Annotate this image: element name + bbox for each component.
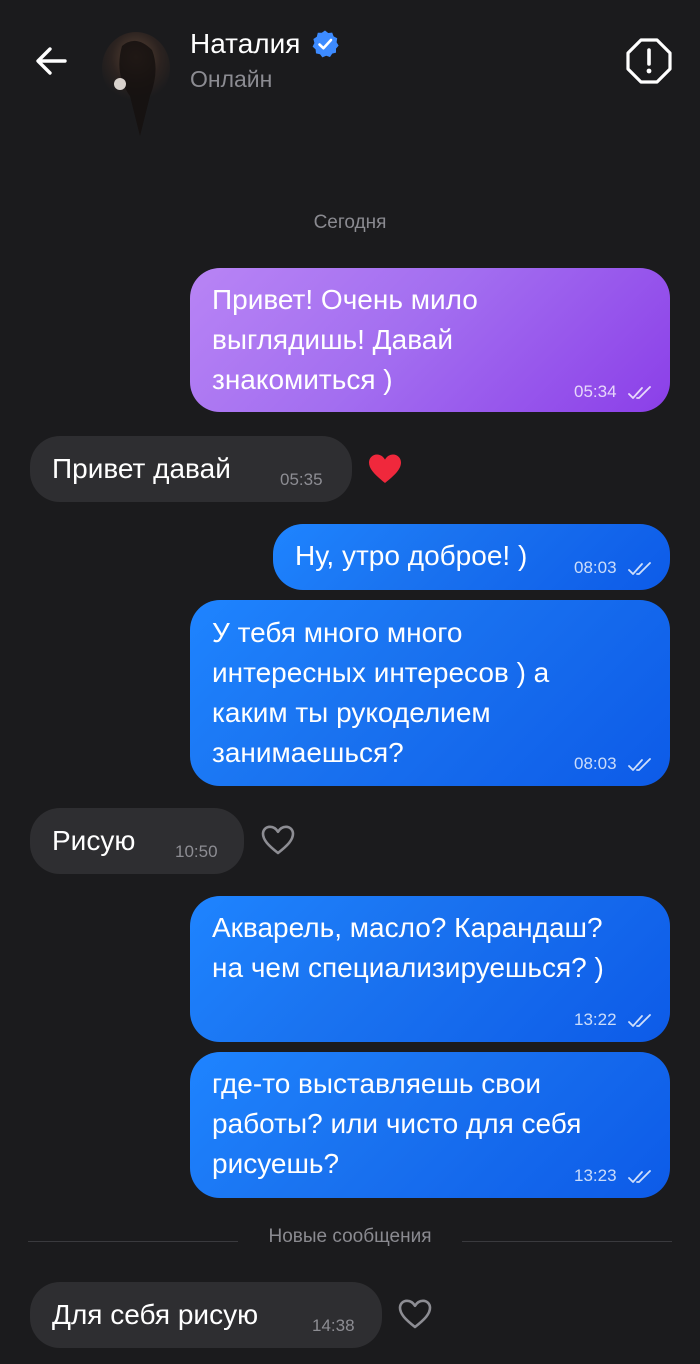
message-line: рисуешь? xyxy=(212,1148,340,1179)
avatar[interactable] xyxy=(100,26,174,138)
message-line: выглядишь! Давай xyxy=(212,324,453,355)
message-time: 13:23 xyxy=(574,1166,617,1185)
message-time: 13:22 xyxy=(574,1010,617,1029)
read-checkmarks-icon xyxy=(628,1170,651,1183)
message-time: 08:03 xyxy=(574,754,617,773)
chat-screen: Наталия Онлайн Сегодня Привет! Очень мил… xyxy=(0,0,700,1364)
alert-octagon-icon xyxy=(626,38,672,84)
message-line: занимаешься? xyxy=(212,737,404,768)
message-outgoing[interactable]: Ну, утро доброе! ) 08:03 xyxy=(273,524,670,590)
message-line: интересных интересов ) а xyxy=(212,657,550,688)
verified-badge-icon xyxy=(313,30,340,58)
message-line: на чем специализируешься? ) xyxy=(212,952,604,983)
contact-name: Наталия xyxy=(190,28,301,59)
heart-filled-icon[interactable] xyxy=(367,453,403,485)
message-line: Ну, утро доброе! ) xyxy=(295,540,528,571)
message-line: работы? или чисто для себя xyxy=(212,1108,582,1139)
arrow-left-icon xyxy=(36,47,67,75)
message-line: знакомиться ) xyxy=(212,364,393,395)
chat-header: Наталия Онлайн xyxy=(0,0,700,150)
message-line: Для себя рисую xyxy=(52,1299,259,1330)
date-separator: Сегодня xyxy=(313,212,387,233)
heart-outline-icon[interactable] xyxy=(260,824,296,856)
message-line: Рисую xyxy=(52,825,136,856)
message-line: Привет! Очень мило xyxy=(212,284,478,315)
read-checkmarks-icon xyxy=(628,562,651,575)
message-time: 05:35 xyxy=(280,470,323,489)
heart-outline-icon[interactable] xyxy=(397,1298,433,1330)
new-messages-divider: Новые сообщения xyxy=(28,1226,672,1252)
message-incoming[interactable]: Для себя рисую 14:38 xyxy=(30,1282,382,1348)
message-line: где-то выставляешь свои xyxy=(212,1068,542,1099)
message-line: У тебя много много xyxy=(212,617,463,648)
message-line: Привет давай xyxy=(52,453,231,484)
message-outgoing[interactable]: У тебя много много интересных интересов … xyxy=(190,600,670,786)
contact-status: Онлайн xyxy=(190,66,273,92)
message-outgoing[interactable]: где-то выставляешь свои работы? или чист… xyxy=(190,1052,670,1198)
contact-name-row[interactable]: Наталия xyxy=(190,28,340,60)
read-checkmarks-icon xyxy=(628,1014,651,1027)
message-outgoing[interactable]: Акварель, масло? Карандаш? на чем специа… xyxy=(190,896,670,1042)
new-messages-label: Новые сообщения xyxy=(268,1226,432,1247)
message-line: Акварель, масло? Карандаш? xyxy=(212,912,603,943)
message-time: 05:34 xyxy=(574,382,617,401)
message-time: 08:03 xyxy=(574,558,617,577)
message-time: 14:38 xyxy=(312,1316,355,1335)
back-button[interactable] xyxy=(28,38,74,84)
message-outgoing[interactable]: Привет! Очень мило выглядишь! Давай знак… xyxy=(190,268,670,412)
message-time: 10:50 xyxy=(175,842,218,861)
report-button[interactable] xyxy=(624,36,674,86)
message-incoming[interactable]: Рисую 10:50 xyxy=(30,808,244,874)
message-line: каким ты рукоделием xyxy=(212,697,491,728)
message-incoming[interactable]: Привет давай 05:35 xyxy=(30,436,352,502)
read-checkmarks-icon xyxy=(628,386,651,399)
read-checkmarks-icon xyxy=(628,758,651,771)
